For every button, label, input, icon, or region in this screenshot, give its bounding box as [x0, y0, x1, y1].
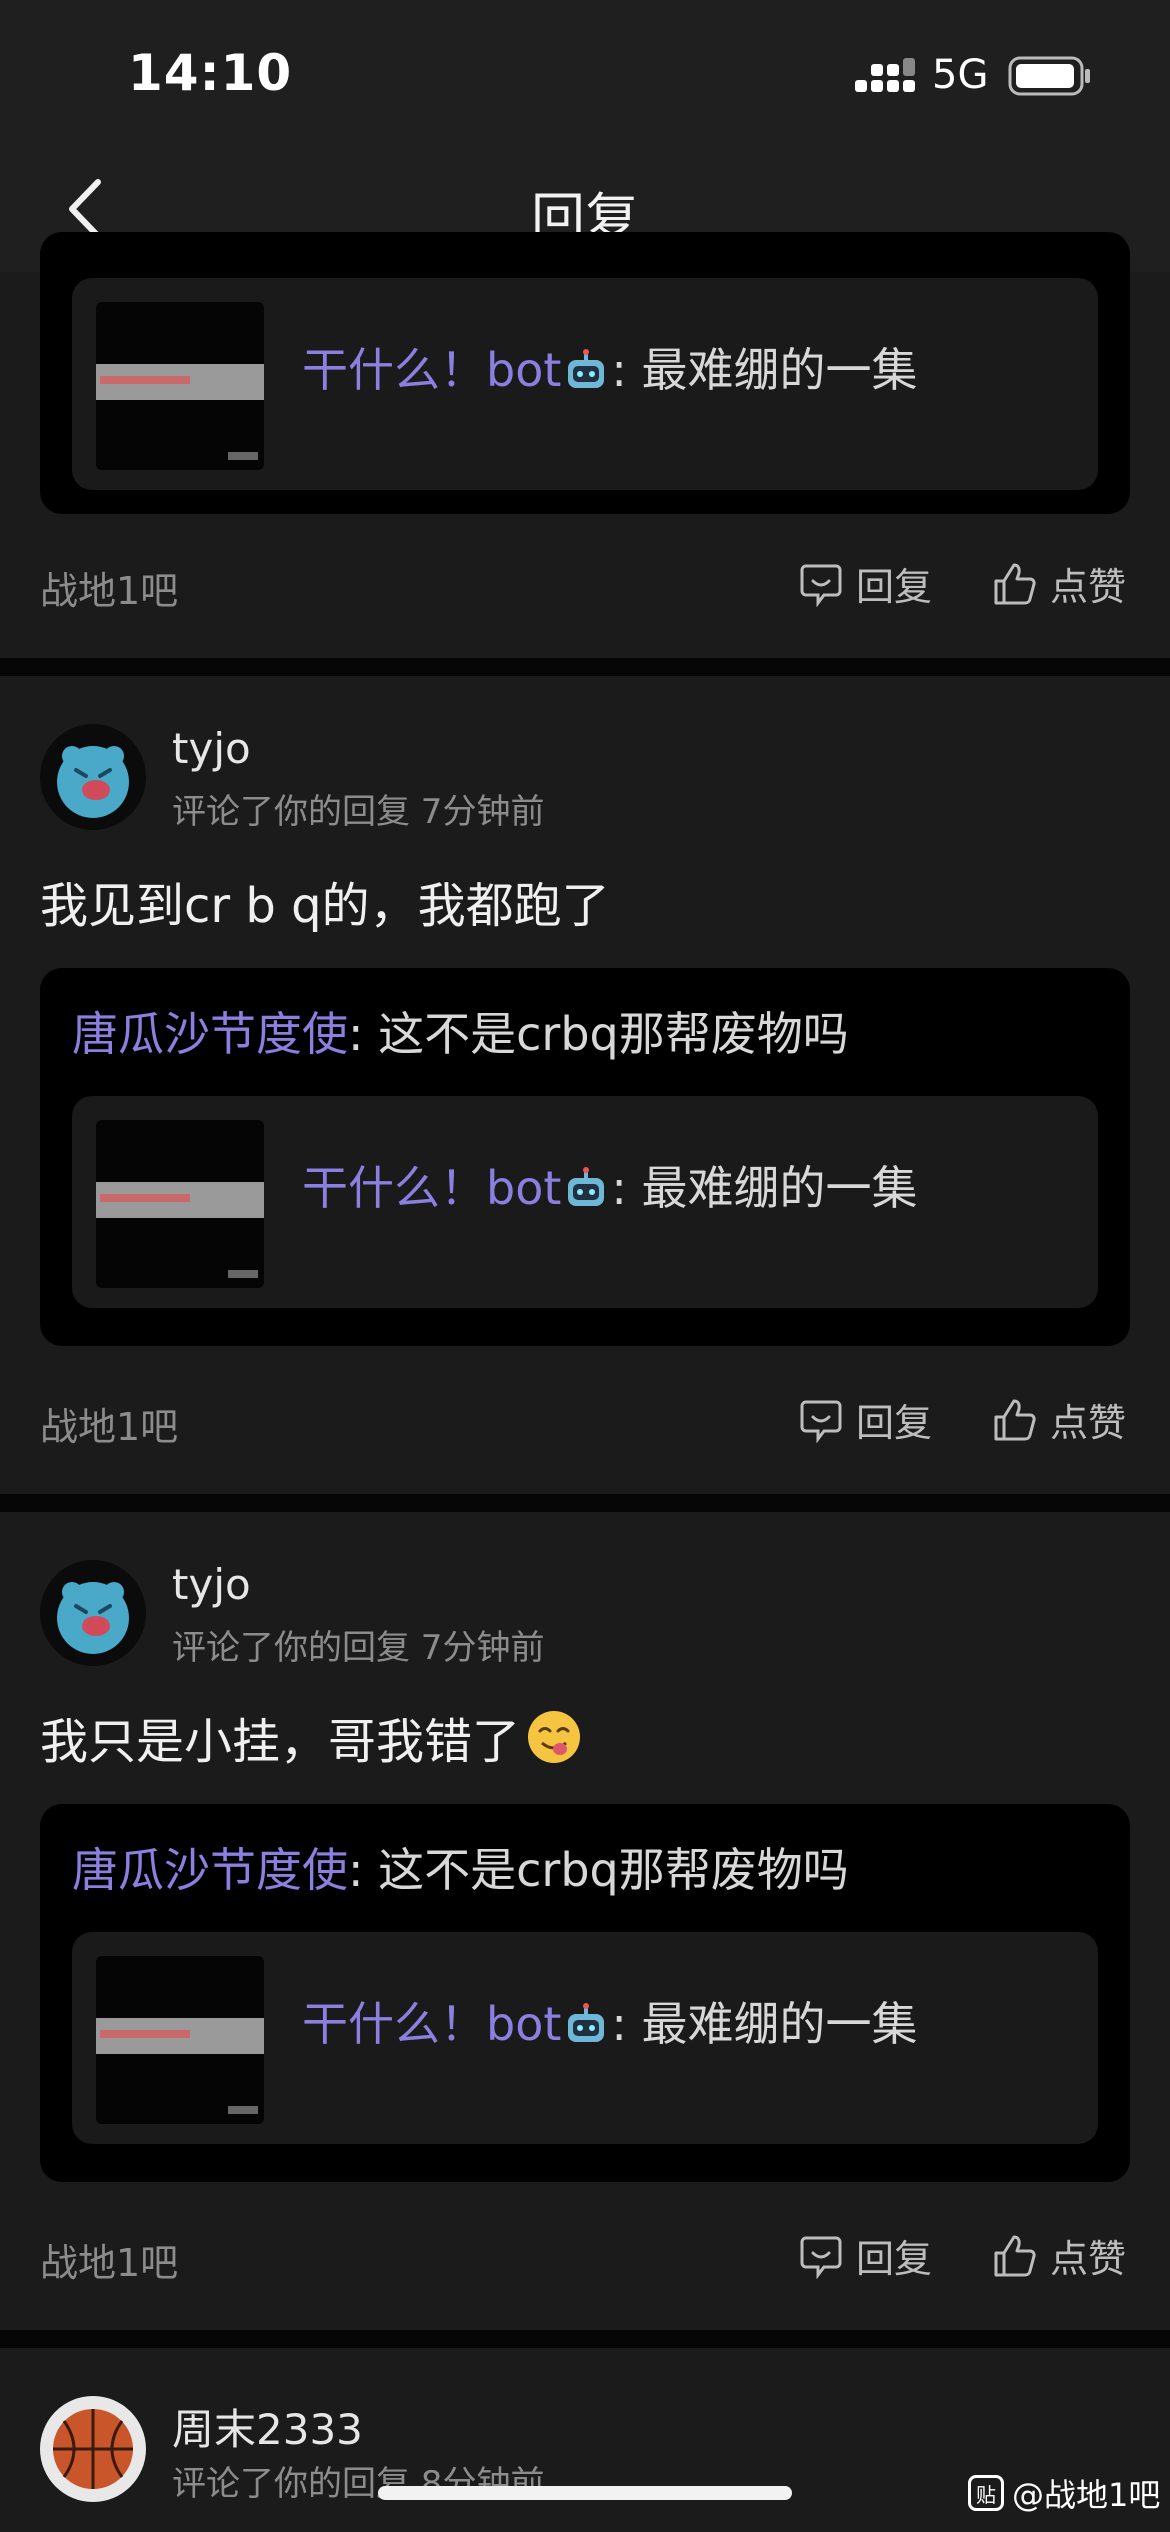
forum-name[interactable]: 战地1吧 — [40, 560, 178, 615]
comment-icon — [800, 2236, 842, 2279]
like-button[interactable]: 点赞 — [992, 2228, 1126, 2283]
comment-icon — [800, 564, 842, 607]
reply-card: 干什么！bot : 最难绷的一集 战地1吧 回复 点赞 — [0, 232, 1170, 658]
watermark-text: @战地1吧 — [1012, 2476, 1161, 2514]
quoted-text: : 最难绷的一集 — [611, 1997, 918, 2051]
status-time: 14:10 — [128, 44, 293, 102]
avatar[interactable] — [40, 724, 146, 830]
signal-icon — [855, 58, 915, 92]
divider — [0, 658, 1170, 676]
quoted-text: : 最难绷的一集 — [611, 343, 918, 397]
divider — [0, 2330, 1170, 2348]
divider — [0, 1494, 1170, 1512]
comment-icon — [800, 1400, 842, 1443]
comment-text: 我见到cr b q的，我都跑了 — [40, 878, 610, 934]
quote-text: : 这不是crbq那帮废物吗 — [348, 1843, 849, 1897]
quoted-author[interactable]: 干什么！bot — [302, 1997, 561, 2051]
robot-emoji-icon — [568, 349, 605, 388]
network-type: 5G — [932, 52, 989, 98]
forum-name[interactable]: 战地1吧 — [40, 1396, 178, 1451]
avatar-image — [57, 746, 129, 818]
quote-box: 干什么！bot : 最难绷的一集 — [40, 232, 1130, 514]
tongue-face-emoji-icon — [528, 1711, 581, 1763]
status-bar: 14:10 5G — [0, 0, 1170, 150]
watermark: 贴 @战地1吧 — [968, 2470, 1160, 2516]
quote-author[interactable]: 唐瓜沙节度使 — [72, 1843, 348, 1897]
post-thumbnail — [96, 1956, 264, 2124]
thumbs-up-icon — [994, 563, 1036, 604]
basketball-avatar-image — [40, 2396, 146, 2502]
quoted-post[interactable]: 干什么！bot : 最难绷的一集 — [72, 1096, 1098, 1308]
quoted-text: : 最难绷的一集 — [611, 1161, 918, 1215]
robot-emoji-icon — [568, 2003, 605, 2042]
avatar[interactable] — [40, 2396, 146, 2502]
reply-card: tyjo 评论了你的回复 7分钟前 我只是小挂，哥我错了 唐瓜沙节度使: 这不是… — [0, 1512, 1170, 2330]
quoted-post[interactable]: 干什么！bot : 最难绷的一集 — [72, 1932, 1098, 2144]
comment-text: 我只是小挂，哥我错了 — [40, 1714, 521, 1770]
quote-box[interactable]: 唐瓜沙节度使: 这不是crbq那帮废物吗 干什么！bot : 最难绷的一集 — [40, 968, 1130, 1346]
reply-button[interactable]: 回复 — [798, 556, 932, 611]
quote-author[interactable]: 唐瓜沙节度使 — [72, 1007, 348, 1061]
post-thumbnail — [96, 1120, 264, 1288]
reply-button[interactable]: 回复 — [798, 2228, 932, 2283]
reply-button[interactable]: 回复 — [798, 1392, 932, 1447]
username[interactable]: tyjo — [172, 1560, 251, 1609]
like-button[interactable]: 点赞 — [992, 556, 1126, 611]
comment-meta: 评论了你的回复 7分钟前 — [172, 792, 545, 832]
tieba-logo-icon: 贴 — [968, 2475, 1004, 2511]
thumbs-up-icon — [994, 1399, 1036, 1440]
thumbs-up-icon — [994, 2235, 1036, 2276]
avatar[interactable] — [40, 1560, 146, 1666]
quote-box[interactable]: 唐瓜沙节度使: 这不是crbq那帮废物吗 干什么！bot : 最难绷的一集 — [40, 1804, 1130, 2182]
avatar-image — [57, 1582, 129, 1654]
robot-emoji-icon — [568, 1167, 605, 1206]
username[interactable]: tyjo — [172, 724, 251, 773]
quoted-author[interactable]: 干什么！bot — [302, 1161, 561, 1215]
quote-text: : 这不是crbq那帮废物吗 — [348, 1007, 849, 1061]
home-indicator[interactable] — [378, 2486, 792, 2500]
like-button[interactable]: 点赞 — [992, 1392, 1126, 1447]
comment-meta: 评论了你的回复 7分钟前 — [172, 1628, 545, 1668]
reply-card: tyjo 评论了你的回复 7分钟前 我见到cr b q的，我都跑了 唐瓜沙节度使… — [0, 676, 1170, 1494]
quoted-author[interactable]: 干什么！bot — [302, 343, 561, 397]
quoted-post[interactable]: 干什么！bot : 最难绷的一集 — [72, 278, 1098, 490]
battery-icon — [1008, 56, 1090, 96]
post-thumbnail — [96, 302, 264, 470]
forum-name[interactable]: 战地1吧 — [40, 2232, 178, 2287]
username[interactable]: 周末2333 — [172, 2396, 363, 2457]
